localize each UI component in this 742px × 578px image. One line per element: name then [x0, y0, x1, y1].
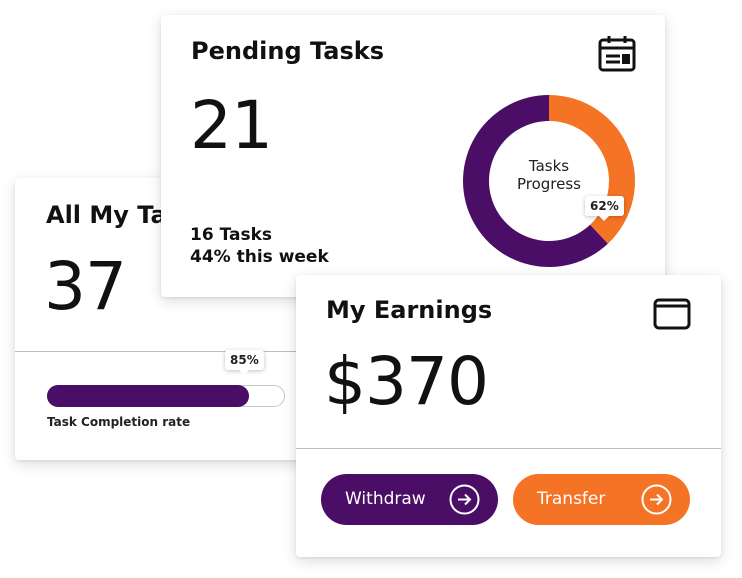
- card-title: My Earnings: [326, 296, 493, 324]
- card-title: Pending Tasks: [191, 37, 384, 65]
- pending-sub-tasks: 16 Tasks: [190, 225, 272, 245]
- progress-fill: [47, 385, 249, 407]
- pending-count: 21: [190, 87, 273, 164]
- withdraw-label: Withdraw: [345, 489, 426, 509]
- divider: [296, 448, 721, 449]
- pending-sub-week: 44% this week: [190, 247, 329, 267]
- donut-center-line1: Tasks: [528, 157, 570, 175]
- calendar-icon[interactable]: [598, 35, 636, 73]
- my-earnings-card: My Earnings $370 Withdraw Transfer: [296, 275, 721, 557]
- arrow-right-icon: [641, 484, 672, 515]
- tasks-count: 37: [44, 248, 127, 325]
- progress-percent-tooltip: 85%: [225, 350, 264, 375]
- earnings-amount: $370: [324, 343, 489, 420]
- wallet-icon[interactable]: [653, 295, 691, 331]
- withdraw-button[interactable]: Withdraw: [321, 474, 498, 525]
- transfer-label: Transfer: [537, 489, 606, 509]
- donut-center-label: Tasks Progress: [462, 157, 636, 193]
- progress-label: Task Completion rate: [47, 415, 191, 429]
- arrow-right-icon: [449, 484, 480, 515]
- transfer-button[interactable]: Transfer: [513, 474, 690, 525]
- donut-percent-tooltip: 62%: [585, 196, 624, 221]
- pending-tasks-card: Pending Tasks 21 16 Tasks 44% this week …: [161, 15, 665, 297]
- donut-center-line2: Progress: [516, 175, 581, 193]
